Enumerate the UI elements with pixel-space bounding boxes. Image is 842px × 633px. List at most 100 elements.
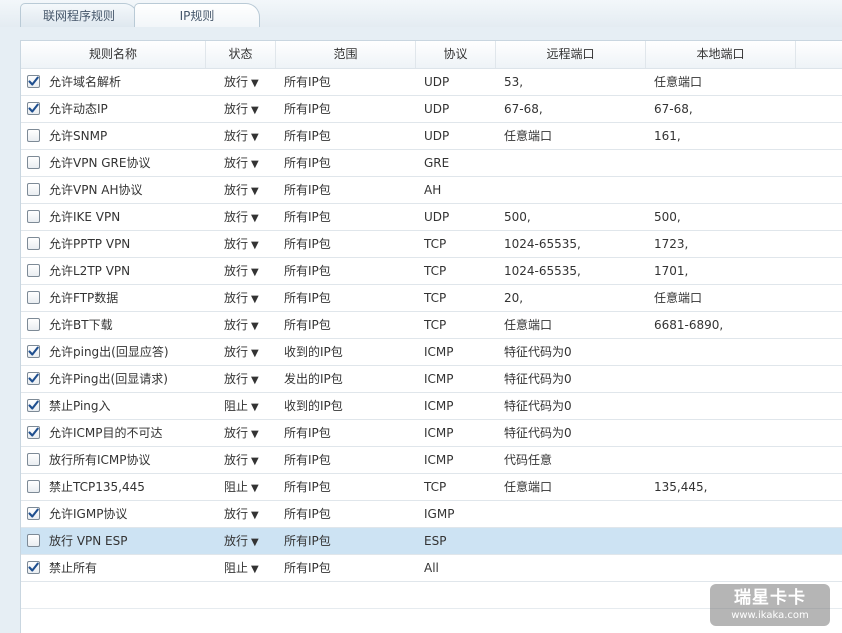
table-row[interactable]: 禁止所有 阻止 ▼ 所有IP包 All bbox=[21, 555, 842, 582]
dropdown-arrow-icon[interactable]: ▼ bbox=[251, 186, 259, 197]
rule-name: 允许FTP数据 bbox=[49, 291, 119, 305]
rule-status-dropdown[interactable]: 放行 ▼ bbox=[224, 528, 259, 554]
rule-name: 禁止所有 bbox=[49, 561, 98, 575]
table-row[interactable]: 允许SNMP 放行 ▼ 所有IP包 UDP 任意端口 161, bbox=[21, 123, 842, 150]
dropdown-arrow-icon[interactable]: ▼ bbox=[251, 159, 259, 170]
dropdown-arrow-icon[interactable]: ▼ bbox=[251, 429, 259, 440]
rule-checkbox[interactable] bbox=[27, 183, 40, 196]
tab-ip-rules[interactable]: IP规则 bbox=[134, 3, 260, 27]
table-row[interactable]: 允许动态IP 放行 ▼ 所有IP包 UDP 67-68, 67-68, bbox=[21, 96, 842, 123]
table-row[interactable]: 允许IKE VPN 放行 ▼ 所有IP包 UDP 500, 500, bbox=[21, 204, 842, 231]
rule-checkbox[interactable] bbox=[27, 345, 40, 358]
col-header-status[interactable]: 状态 bbox=[206, 41, 276, 68]
rule-status-dropdown[interactable]: 放行 ▼ bbox=[224, 312, 259, 338]
rule-status-dropdown[interactable]: 放行 ▼ bbox=[224, 339, 259, 365]
rule-status-dropdown[interactable]: 放行 ▼ bbox=[224, 501, 259, 527]
rule-status-dropdown[interactable]: 放行 ▼ bbox=[224, 69, 259, 95]
rule-remote-port: 代码任意 bbox=[504, 453, 553, 467]
rule-checkbox[interactable] bbox=[27, 534, 40, 547]
rule-checkbox[interactable] bbox=[27, 291, 40, 304]
rule-checkbox[interactable] bbox=[27, 453, 40, 466]
col-header-local-port[interactable]: 本地端口 bbox=[646, 41, 796, 68]
table-row[interactable]: 允许VPN AH协议 放行 ▼ 所有IP包 AH bbox=[21, 177, 842, 204]
dropdown-arrow-icon[interactable]: ▼ bbox=[251, 105, 259, 116]
dropdown-arrow-icon[interactable]: ▼ bbox=[251, 132, 259, 143]
dropdown-arrow-icon[interactable]: ▼ bbox=[251, 483, 259, 494]
table-row[interactable]: 允许FTP数据 放行 ▼ 所有IP包 TCP 20, 任意端口 bbox=[21, 285, 842, 312]
table-row[interactable]: 放行 VPN ESP 放行 ▼ 所有IP包 ESP bbox=[21, 528, 842, 555]
table-row[interactable]: 允许VPN GRE协议 放行 ▼ 所有IP包 GRE bbox=[21, 150, 842, 177]
dropdown-arrow-icon[interactable]: ▼ bbox=[251, 510, 259, 521]
rule-protocol: UDP bbox=[424, 210, 450, 224]
rule-status-dropdown[interactable]: 放行 ▼ bbox=[224, 258, 259, 284]
rule-status: 放行 bbox=[224, 453, 249, 467]
rule-checkbox[interactable] bbox=[27, 75, 40, 88]
rule-checkbox[interactable] bbox=[27, 102, 40, 115]
table-row[interactable]: 禁止TCP135,445 阻止 ▼ 所有IP包 TCP 任意端口 135,445, bbox=[21, 474, 842, 501]
rule-checkbox[interactable] bbox=[27, 264, 40, 277]
rule-status-dropdown[interactable]: 放行 ▼ bbox=[224, 285, 259, 311]
table-row[interactable]: 允许BT下载 放行 ▼ 所有IP包 TCP 任意端口 6681-6890, bbox=[21, 312, 842, 339]
rule-status-dropdown[interactable]: 阻止 ▼ bbox=[224, 393, 259, 419]
table-row[interactable]: 放行所有ICMP协议 放行 ▼ 所有IP包 ICMP 代码任意 bbox=[21, 447, 842, 474]
rule-checkbox[interactable] bbox=[27, 399, 40, 412]
rule-checkbox[interactable] bbox=[27, 129, 40, 142]
tab-app-rules[interactable]: 联网程序规则 bbox=[20, 3, 138, 27]
table-row[interactable]: 允许域名解析 放行 ▼ 所有IP包 UDP 53, 任意端口 bbox=[21, 69, 842, 96]
rule-status-dropdown[interactable]: 放行 ▼ bbox=[224, 366, 259, 392]
rule-status-dropdown[interactable]: 放行 ▼ bbox=[224, 96, 259, 122]
table-row[interactable]: 允许L2TP VPN 放行 ▼ 所有IP包 TCP 1024-65535, 1701, bbox=[21, 258, 842, 285]
rule-status-dropdown[interactable]: 放行 ▼ bbox=[224, 177, 259, 203]
dropdown-arrow-icon[interactable]: ▼ bbox=[251, 78, 259, 89]
dropdown-arrow-icon[interactable]: ▼ bbox=[251, 375, 259, 386]
rule-remote-port: 特征代码为0 bbox=[504, 399, 572, 413]
col-header-remote-port[interactable]: 远程端口 bbox=[496, 41, 646, 68]
rule-name: 允许IKE VPN bbox=[49, 210, 121, 224]
dropdown-arrow-icon[interactable]: ▼ bbox=[251, 564, 259, 575]
rule-status-dropdown[interactable]: 阻止 ▼ bbox=[224, 474, 259, 500]
dropdown-arrow-icon[interactable]: ▼ bbox=[251, 321, 259, 332]
rule-local-port: 1701, bbox=[654, 264, 689, 278]
table-row[interactable]: 禁止Ping入 阻止 ▼ 收到的IP包 ICMP 特征代码为0 bbox=[21, 393, 842, 420]
col-header-name[interactable]: 规则名称 bbox=[21, 41, 206, 68]
rule-checkbox[interactable] bbox=[27, 318, 40, 331]
rule-status-dropdown[interactable]: 放行 ▼ bbox=[224, 420, 259, 446]
rule-status-dropdown[interactable]: 阻止 ▼ bbox=[224, 555, 259, 581]
rule-status-dropdown[interactable]: 放行 ▼ bbox=[224, 123, 259, 149]
rule-remote-port: 53, bbox=[504, 75, 524, 89]
dropdown-arrow-icon[interactable]: ▼ bbox=[251, 456, 259, 467]
rule-checkbox[interactable] bbox=[27, 210, 40, 223]
rule-checkbox[interactable] bbox=[27, 372, 40, 385]
rule-protocol: ICMP bbox=[424, 399, 454, 413]
rule-status: 放行 bbox=[224, 75, 249, 89]
rule-status-dropdown[interactable]: 放行 ▼ bbox=[224, 150, 259, 176]
rule-scope: 所有IP包 bbox=[284, 318, 331, 332]
rule-name: 允许VPN AH协议 bbox=[49, 183, 143, 197]
dropdown-arrow-icon[interactable]: ▼ bbox=[251, 294, 259, 305]
table-row[interactable]: 允许Ping出(回显请求) 放行 ▼ 发出的IP包 ICMP 特征代码为0 bbox=[21, 366, 842, 393]
rule-local-port: 161, bbox=[654, 129, 681, 143]
rule-checkbox[interactable] bbox=[27, 507, 40, 520]
table-row[interactable]: 允许ICMP目的不可达 放行 ▼ 所有IP包 ICMP 特征代码为0 bbox=[21, 420, 842, 447]
dropdown-arrow-icon[interactable]: ▼ bbox=[251, 240, 259, 251]
dropdown-arrow-icon[interactable]: ▼ bbox=[251, 537, 259, 548]
rule-status-dropdown[interactable]: 放行 ▼ bbox=[224, 204, 259, 230]
rule-checkbox[interactable] bbox=[27, 561, 40, 574]
table-row[interactable]: 允许IGMP协议 放行 ▼ 所有IP包 IGMP bbox=[21, 501, 842, 528]
rule-status-dropdown[interactable]: 放行 ▼ bbox=[224, 447, 259, 473]
col-header-protocol[interactable]: 协议 bbox=[416, 41, 496, 68]
table-row[interactable]: 允许PPTP VPN 放行 ▼ 所有IP包 TCP 1024-65535, 1723, bbox=[21, 231, 842, 258]
rule-status-dropdown[interactable]: 放行 ▼ bbox=[224, 231, 259, 257]
rule-checkbox[interactable] bbox=[27, 237, 40, 250]
rule-checkbox[interactable] bbox=[27, 480, 40, 493]
dropdown-arrow-icon[interactable]: ▼ bbox=[251, 402, 259, 413]
rule-checkbox[interactable] bbox=[27, 426, 40, 439]
dropdown-arrow-icon[interactable]: ▼ bbox=[251, 267, 259, 278]
dropdown-arrow-icon[interactable]: ▼ bbox=[251, 213, 259, 224]
table-row[interactable]: 允许ping出(回显应答) 放行 ▼ 收到的IP包 ICMP 特征代码为0 bbox=[21, 339, 842, 366]
rule-checkbox[interactable] bbox=[27, 156, 40, 169]
dropdown-arrow-icon[interactable]: ▼ bbox=[251, 348, 259, 359]
rule-name: 放行 VPN ESP bbox=[49, 534, 128, 548]
rule-scope: 发出的IP包 bbox=[284, 372, 343, 386]
col-header-scope[interactable]: 范围 bbox=[276, 41, 416, 68]
